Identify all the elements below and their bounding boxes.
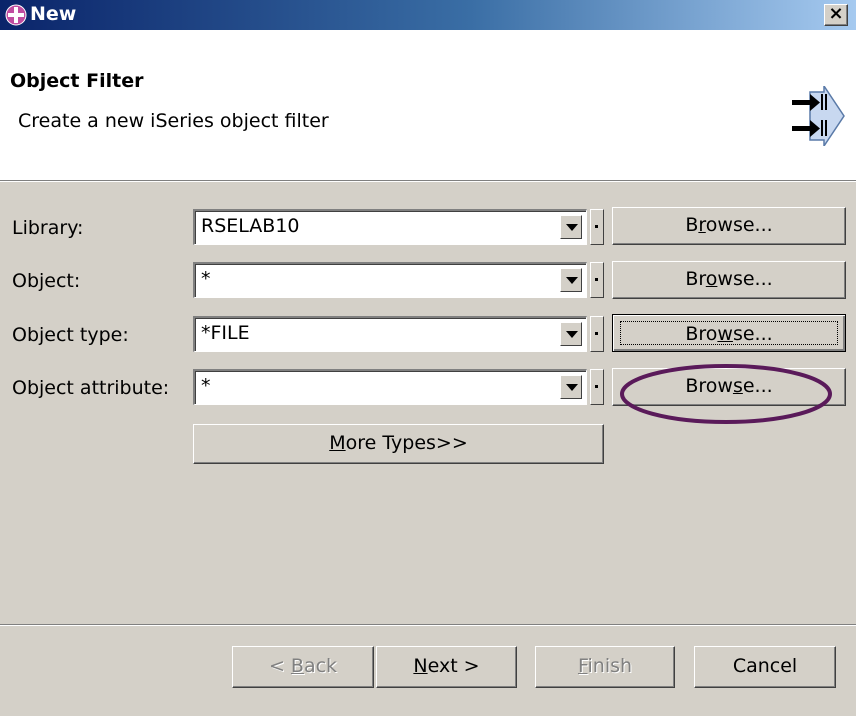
cancel-button[interactable]: Cancel	[694, 646, 836, 688]
object-type-browse-button[interactable]: Browse...	[612, 314, 846, 352]
library-history-button[interactable]	[590, 209, 604, 245]
more-types-button[interactable]: More Types>>	[193, 424, 604, 464]
browse-label-part: wse...	[717, 268, 773, 290]
object-attribute-history-button[interactable]	[590, 369, 604, 405]
page-title: Object Filter	[10, 70, 144, 92]
object-label: Object:	[12, 270, 81, 292]
close-button[interactable]: ×	[824, 4, 848, 26]
object-type-combo[interactable]: *FILE	[193, 316, 587, 352]
back-label-part: <	[268, 655, 291, 677]
object-type-label: Object type:	[12, 324, 129, 346]
window-title: New	[30, 3, 77, 25]
next-mnemonic: N	[413, 655, 428, 677]
object-type-value[interactable]: *FILE	[201, 322, 250, 344]
browse-label-part: B	[685, 214, 699, 236]
library-dropdown-icon[interactable]	[560, 215, 582, 239]
object-type-history-button[interactable]	[590, 316, 604, 352]
object-attribute-browse-button[interactable]: Browse...	[612, 368, 846, 406]
browse-label-part: owse...	[705, 214, 773, 236]
library-label: Library:	[12, 217, 84, 239]
back-label-part: ack	[303, 655, 338, 677]
next-button[interactable]: Next >	[376, 646, 517, 688]
next-label-part: ext >	[427, 655, 480, 677]
app-icon	[5, 4, 27, 26]
browse-label-part: Bro	[685, 323, 718, 345]
browse-label-part: e...	[742, 375, 773, 397]
object-type-dropdown-icon[interactable]	[560, 322, 582, 346]
back-button[interactable]: < Back	[232, 646, 374, 688]
object-attribute-value[interactable]: *	[201, 375, 211, 397]
browse-mnemonic: s	[732, 375, 743, 397]
object-dropdown-icon[interactable]	[560, 268, 582, 292]
library-browse-button[interactable]: Browse...	[612, 207, 846, 245]
wizard-arrow-icon	[792, 86, 845, 146]
finish-label-part: inish	[587, 655, 633, 677]
footer-separator	[0, 624, 856, 626]
browse-mnemonic: r	[698, 214, 706, 236]
object-attribute-combo[interactable]: *	[193, 369, 587, 405]
cancel-label: Cancel	[732, 655, 798, 677]
wizard-header: Object Filter Create a new iSeries objec…	[0, 30, 856, 180]
object-history-button[interactable]	[590, 262, 604, 298]
object-combo[interactable]: *	[193, 262, 587, 298]
browse-label-part: se...	[732, 323, 773, 345]
browse-label-part: Br	[685, 268, 706, 290]
object-attribute-label: Object attribute:	[12, 377, 170, 399]
object-browse-button[interactable]: Browse...	[612, 261, 846, 299]
library-value[interactable]: RSELAB10	[201, 215, 300, 237]
more-types-mnemonic: M	[329, 432, 346, 454]
close-icon: ×	[828, 3, 844, 24]
browse-mnemonic: o	[705, 268, 718, 290]
page-description: Create a new iSeries object filter	[18, 110, 329, 132]
header-separator	[0, 180, 856, 182]
focus-rectangle: Browse...	[620, 321, 838, 345]
more-types-label: ore Types>>	[345, 432, 468, 454]
object-attribute-dropdown-icon[interactable]	[560, 375, 582, 399]
title-bar: New ×	[0, 0, 856, 30]
browse-label-part: Brow	[685, 375, 733, 397]
finish-button[interactable]: Finish	[535, 646, 675, 688]
back-mnemonic: B	[290, 655, 304, 677]
library-combo[interactable]: RSELAB10	[193, 209, 587, 245]
finish-mnemonic: F	[577, 655, 588, 677]
browse-mnemonic: w	[717, 323, 733, 345]
object-value[interactable]: *	[201, 268, 211, 290]
